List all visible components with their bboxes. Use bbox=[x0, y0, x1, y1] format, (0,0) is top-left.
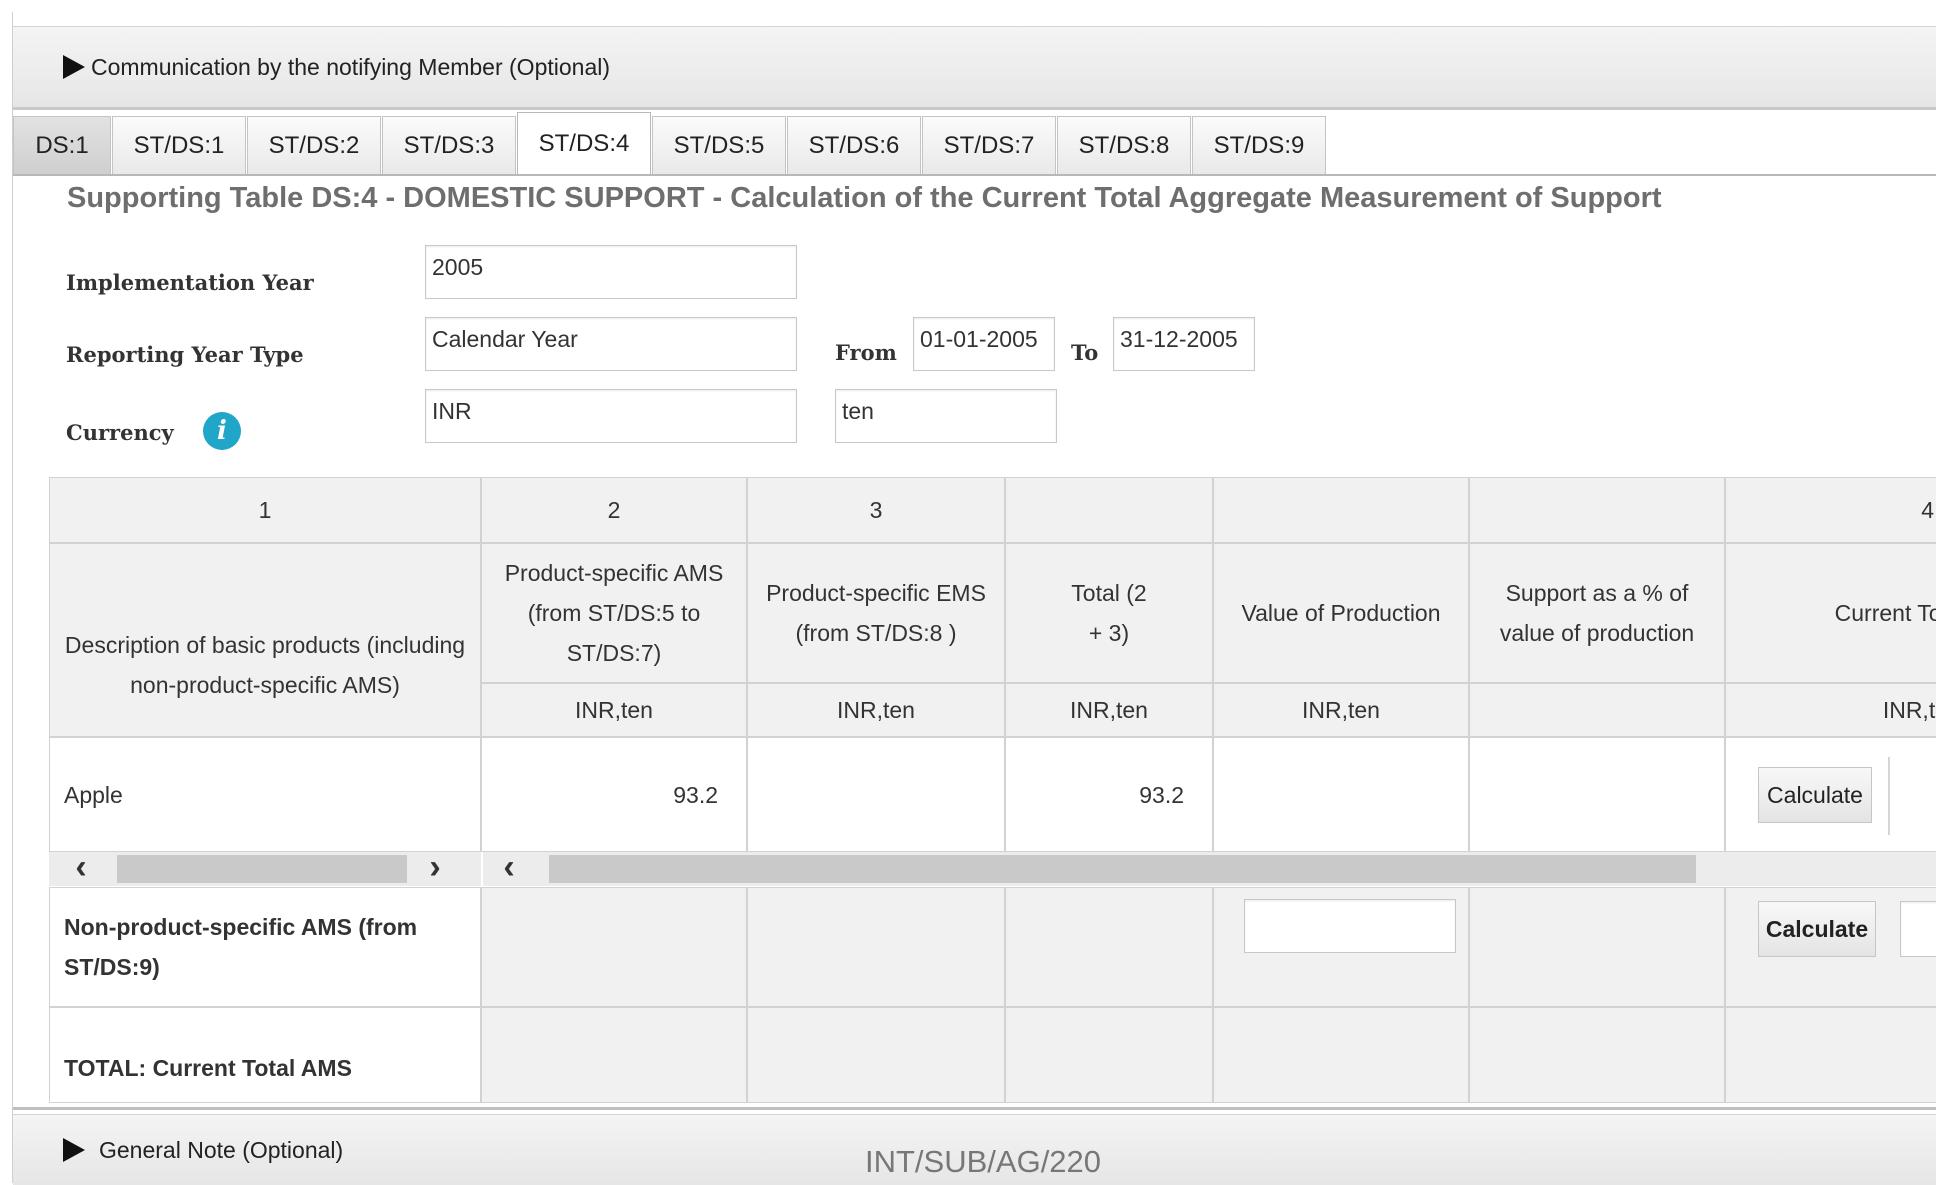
unit-product-ems: INR,ten bbox=[747, 683, 1005, 737]
row-product-apple: Apple bbox=[49, 737, 481, 852]
expand-triangle-icon bbox=[63, 1138, 85, 1162]
header-product-ams: Product-specific AMS (from ST/DS:5 to ST… bbox=[481, 543, 747, 683]
header-description: Description of basic products (including… bbox=[49, 543, 481, 737]
total-ams bbox=[481, 1007, 747, 1103]
from-date-input[interactable]: 01-01-2005 bbox=[913, 317, 1055, 371]
row-apple-total: 93.2 bbox=[1005, 737, 1213, 852]
cell-separator bbox=[1888, 757, 1890, 835]
total-value bbox=[1213, 1007, 1469, 1103]
description-scroll-thumb[interactable] bbox=[117, 855, 407, 883]
general-note-label: General Note (Optional) bbox=[99, 1136, 344, 1163]
non-product-support bbox=[1469, 887, 1725, 1007]
col-number-total bbox=[1005, 477, 1213, 543]
non-product-current-total-input[interactable] bbox=[1900, 901, 1936, 957]
tab-st-ds2[interactable]: ST/DS:2 bbox=[247, 116, 381, 174]
table-scrollbar-row: ‹ › ‹ bbox=[49, 850, 1936, 886]
calculate-button-non-product[interactable]: Calculate bbox=[1758, 901, 1876, 957]
col-number-4: 4 bbox=[1725, 477, 1936, 543]
tab-bar: DS:1 ST/DS:1 ST/DS:2 ST/DS:3 ST/DS:4 ST/… bbox=[13, 104, 1936, 176]
unit-value-of-production: INR,ten bbox=[1213, 683, 1469, 737]
non-product-total bbox=[1005, 887, 1213, 1007]
tab-st-ds6[interactable]: ST/DS:6 bbox=[787, 116, 921, 174]
total-support bbox=[1469, 1007, 1725, 1103]
currency-unit-input[interactable]: ten bbox=[835, 389, 1057, 443]
to-label: To bbox=[1071, 340, 1099, 365]
header-current-total: Current Tot bbox=[1725, 543, 1936, 683]
header-value-of-production: Value of Production bbox=[1213, 543, 1469, 683]
tab-st-ds4[interactable]: ST/DS:4 bbox=[517, 112, 651, 174]
total-current-total bbox=[1725, 1007, 1936, 1103]
communication-section-toggle[interactable]: Communication by the notifying Member (O… bbox=[13, 26, 1936, 110]
scroll-left-icon[interactable]: ‹ bbox=[63, 850, 99, 886]
non-product-ams bbox=[481, 887, 747, 1007]
col-number-value bbox=[1213, 477, 1469, 543]
scroll-right-icon[interactable]: › bbox=[417, 850, 453, 886]
row-apple-ems bbox=[747, 737, 1005, 852]
non-product-value-input[interactable] bbox=[1244, 899, 1456, 953]
tab-st-ds1[interactable]: ST/DS:1 bbox=[112, 116, 246, 174]
section-divider bbox=[13, 1107, 1936, 1110]
total-current-ams-label: TOTAL: Current Total AMS bbox=[49, 1007, 481, 1103]
implementation-year-input[interactable]: 2005 bbox=[425, 245, 797, 299]
reporting-year-type-input[interactable]: Calendar Year bbox=[425, 317, 797, 371]
implementation-year-label: Implementation Year bbox=[66, 270, 314, 295]
col-number-1: 1 bbox=[49, 477, 481, 543]
tab-st-ds9[interactable]: ST/DS:9 bbox=[1192, 116, 1326, 174]
row-apple-ams: 93.2 bbox=[481, 737, 747, 852]
total-ems bbox=[747, 1007, 1005, 1103]
unit-product-ams: INR,ten bbox=[481, 683, 747, 737]
currency-input[interactable]: INR bbox=[425, 389, 797, 443]
main-scroll-thumb[interactable] bbox=[549, 855, 1696, 883]
total-total bbox=[1005, 1007, 1213, 1103]
unit-current-total: INR,te bbox=[1725, 683, 1936, 737]
scroll-left-icon-main[interactable]: ‹ bbox=[491, 850, 527, 886]
form-frame: Communication by the notifying Member (O… bbox=[12, 12, 1936, 1185]
row-apple-value bbox=[1213, 737, 1469, 852]
document-code: INT/SUB/AG/220 bbox=[865, 1144, 1102, 1179]
tab-st-ds3[interactable]: ST/DS:3 bbox=[382, 116, 516, 174]
non-product-specific-label: Non-product-specific AMS (from ST/DS:9) bbox=[49, 887, 481, 1007]
unit-total: INR,ten bbox=[1005, 683, 1213, 737]
communication-section-label: Communication by the notifying Member (O… bbox=[91, 53, 611, 80]
unit-support-pct bbox=[1469, 683, 1725, 737]
non-product-ems bbox=[747, 887, 1005, 1007]
header-support-pct: Support as a % of value of production bbox=[1469, 543, 1725, 683]
header-product-ems: Product-specific EMS (from ST/DS:8 ) bbox=[747, 543, 1005, 683]
expand-triangle-icon bbox=[63, 55, 85, 79]
reporting-year-type-label: Reporting Year Type bbox=[66, 342, 304, 367]
tab-st-ds7[interactable]: ST/DS:7 bbox=[922, 116, 1056, 174]
row-apple-support bbox=[1469, 737, 1725, 852]
page-title: Supporting Table DS:4 - DOMESTIC SUPPORT… bbox=[67, 182, 1662, 214]
tab-st-ds8[interactable]: ST/DS:8 bbox=[1057, 116, 1191, 174]
col-number-2: 2 bbox=[481, 477, 747, 543]
info-icon[interactable]: i bbox=[203, 412, 241, 450]
from-label: From bbox=[835, 340, 897, 365]
currency-label: Currency bbox=[66, 420, 174, 445]
col-number-3: 3 bbox=[747, 477, 1005, 543]
calculate-button-apple[interactable]: Calculate bbox=[1758, 767, 1872, 823]
col-number-support bbox=[1469, 477, 1725, 543]
tab-ds1[interactable]: DS:1 bbox=[13, 116, 111, 174]
tab-st-ds5[interactable]: ST/DS:5 bbox=[652, 116, 786, 174]
header-total: Total (2 + 3) bbox=[1005, 543, 1213, 683]
to-date-input[interactable]: 31-12-2005 bbox=[1113, 317, 1255, 371]
